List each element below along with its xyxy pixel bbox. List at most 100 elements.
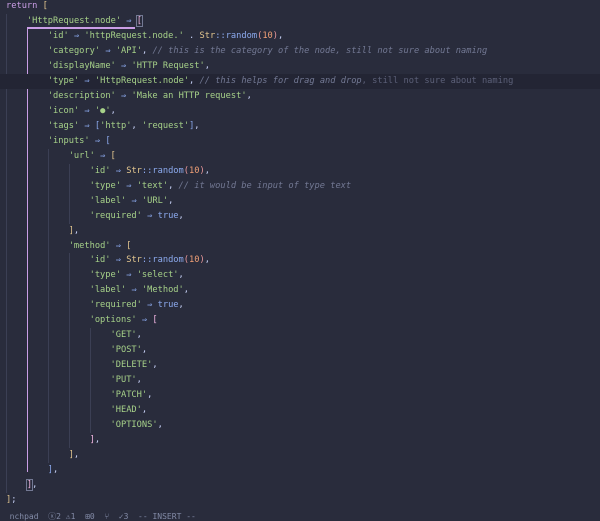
code-token: ,	[178, 270, 184, 281]
code-token: [	[42, 1, 48, 12]
code-token: 'required'	[89, 210, 142, 221]
code-line[interactable]: 'icon' ⇒ '●',	[0, 104, 600, 119]
code-token: Str	[126, 165, 142, 176]
code-line[interactable]: 'id' ⇒ Str::random(10),	[0, 253, 600, 268]
code-token: ,	[178, 300, 184, 311]
code-token: 'category'	[47, 46, 101, 57]
code-line[interactable]: 'PATCH',	[0, 388, 600, 403]
code-token: 10	[189, 255, 200, 266]
code-token: [	[152, 315, 158, 326]
code-line[interactable]: 'url' ⇒ [	[0, 149, 600, 164]
code-token: 'HttpRequest.node'	[26, 16, 122, 27]
code-token: ,	[141, 46, 153, 57]
code-line[interactable]: 'description' ⇒ 'Make an HTTP request',	[0, 89, 600, 104]
code-token: ::	[141, 255, 153, 266]
code-token: Str	[126, 255, 142, 266]
code-token: ,	[152, 360, 158, 371]
code-line[interactable]: 'tags' ⇒ ['http', 'request'],	[0, 119, 600, 134]
code-line[interactable]: 'inputs' ⇒ [	[0, 134, 600, 149]
code-token: // this helps for drag and drop	[199, 76, 362, 87]
code-token: 'PUT'	[110, 375, 137, 386]
code-token: ,	[189, 76, 200, 87]
code-token: ,	[183, 285, 189, 296]
code-line[interactable]: 'options' ⇒ [	[0, 313, 600, 328]
code-token: [	[105, 135, 111, 146]
code-line[interactable]: 'DELETE',	[0, 358, 600, 373]
code-line[interactable]: 'category' ⇒ 'API', // this is the categ…	[0, 44, 600, 59]
code-token: ,	[178, 210, 184, 221]
code-token: 'Method'	[141, 285, 184, 296]
code-token: 'id'	[89, 255, 111, 266]
code-token: true	[157, 210, 179, 221]
code-token: 'select'	[136, 270, 179, 281]
code-token: ::	[141, 165, 153, 176]
code-line[interactable]: 'displayName' ⇒ 'HTTP Request',	[0, 59, 600, 74]
code-line[interactable]: 'required' ⇒ true,	[0, 209, 600, 224]
code-token: ,	[73, 449, 80, 460]
code-token: ,	[131, 120, 142, 131]
code-line[interactable]: 'HEAD',	[0, 403, 600, 418]
status-bar: nchpad ⓧ2 ⚠1 ⊞0 ⑂ ✓3 -- INSERT --	[0, 503, 600, 521]
code-token: 'displayName'	[47, 61, 116, 72]
code-token: 'API'	[115, 46, 142, 57]
code-token: ,	[94, 434, 101, 445]
code-token: // it would be input of type text	[178, 180, 352, 191]
code-line[interactable]: return [	[0, 0, 600, 14]
code-line[interactable]: 'label' ⇒ 'Method',	[0, 283, 600, 298]
code-token: [	[135, 15, 144, 28]
code-token: 'request'	[141, 120, 190, 131]
code-token: 'id'	[47, 31, 69, 42]
status-text: nchpad ⓧ2 ⚠1 ⊞0 ⑂ ✓3 -- INSERT --	[9, 512, 196, 521]
code-line[interactable]: 'label' ⇒ 'URL',	[0, 194, 600, 209]
code-token: .	[183, 31, 200, 42]
code-token: ,	[147, 390, 153, 400]
code-editor[interactable]: return ['HttpRequest.node' ⇒ ['id' ⇒ 'ht…	[0, 0, 600, 504]
code-token: random	[225, 31, 258, 42]
code-token: ,	[246, 91, 252, 101]
code-token: , still not sure about naming	[361, 76, 514, 87]
code-token: ,	[141, 345, 148, 356]
code-line[interactable]: 'type' ⇒ 'select',	[0, 268, 600, 283]
code-token: ,	[32, 479, 38, 490]
code-line[interactable]: ],	[0, 224, 600, 239]
code-token: 'tags'	[47, 120, 80, 131]
code-line[interactable]: 'PUT',	[0, 373, 600, 388]
code-line[interactable]: ],	[0, 448, 600, 463]
code-line[interactable]: ],	[0, 433, 600, 448]
code-line[interactable]: ],	[0, 463, 600, 478]
code-token: ,	[110, 105, 116, 116]
code-token: ::	[215, 31, 226, 42]
code-line[interactable]: 'id' ⇒ Str::random(10),	[0, 164, 600, 179]
code-line[interactable]: 'GET',	[0, 328, 600, 343]
code-token: 'OPTIONS'	[110, 419, 158, 430]
code-line[interactable]: 'OPTIONS',	[0, 418, 600, 433]
code-token: ,	[157, 419, 163, 430]
code-token: random	[152, 255, 184, 266]
code-line[interactable]: 'id' ⇒ 'httpRequest.node.' . Str::random…	[0, 29, 600, 44]
code-line[interactable]: ],	[0, 478, 600, 493]
code-line[interactable]: 'HttpRequest.node' ⇒ [	[0, 14, 600, 29]
code-token: [	[110, 150, 116, 161]
code-token: ,	[168, 195, 174, 206]
code-token: 10	[262, 31, 273, 42]
code-token: 'id'	[89, 165, 111, 176]
code-token: 'DELETE'	[110, 360, 153, 371]
code-token: 'type'	[47, 76, 80, 87]
code-token: [	[126, 240, 132, 251]
code-line-current[interactable]: 'type' ⇒ 'HttpRequest.node', // this hel…	[0, 74, 600, 89]
code-token: '●'	[94, 105, 111, 116]
code-token: 'method'	[68, 240, 111, 251]
code-token: 'HttpRequest.node'	[94, 76, 190, 87]
code-line[interactable]: 'method' ⇒ [	[0, 239, 600, 254]
code-line[interactable]: 'required' ⇒ true,	[0, 298, 600, 313]
code-line[interactable]: 'POST',	[0, 343, 600, 358]
code-token: random	[152, 165, 184, 176]
code-token: 'type'	[89, 270, 121, 281]
code-token: 'HTTP Request'	[131, 61, 205, 72]
code-token: true	[157, 300, 179, 311]
code-token: ,	[278, 31, 284, 42]
code-token: 'inputs'	[47, 135, 90, 146]
code-token: 'description'	[47, 91, 116, 101]
code-line[interactable]: 'type' ⇒ 'text', // it would be input of…	[0, 179, 600, 194]
